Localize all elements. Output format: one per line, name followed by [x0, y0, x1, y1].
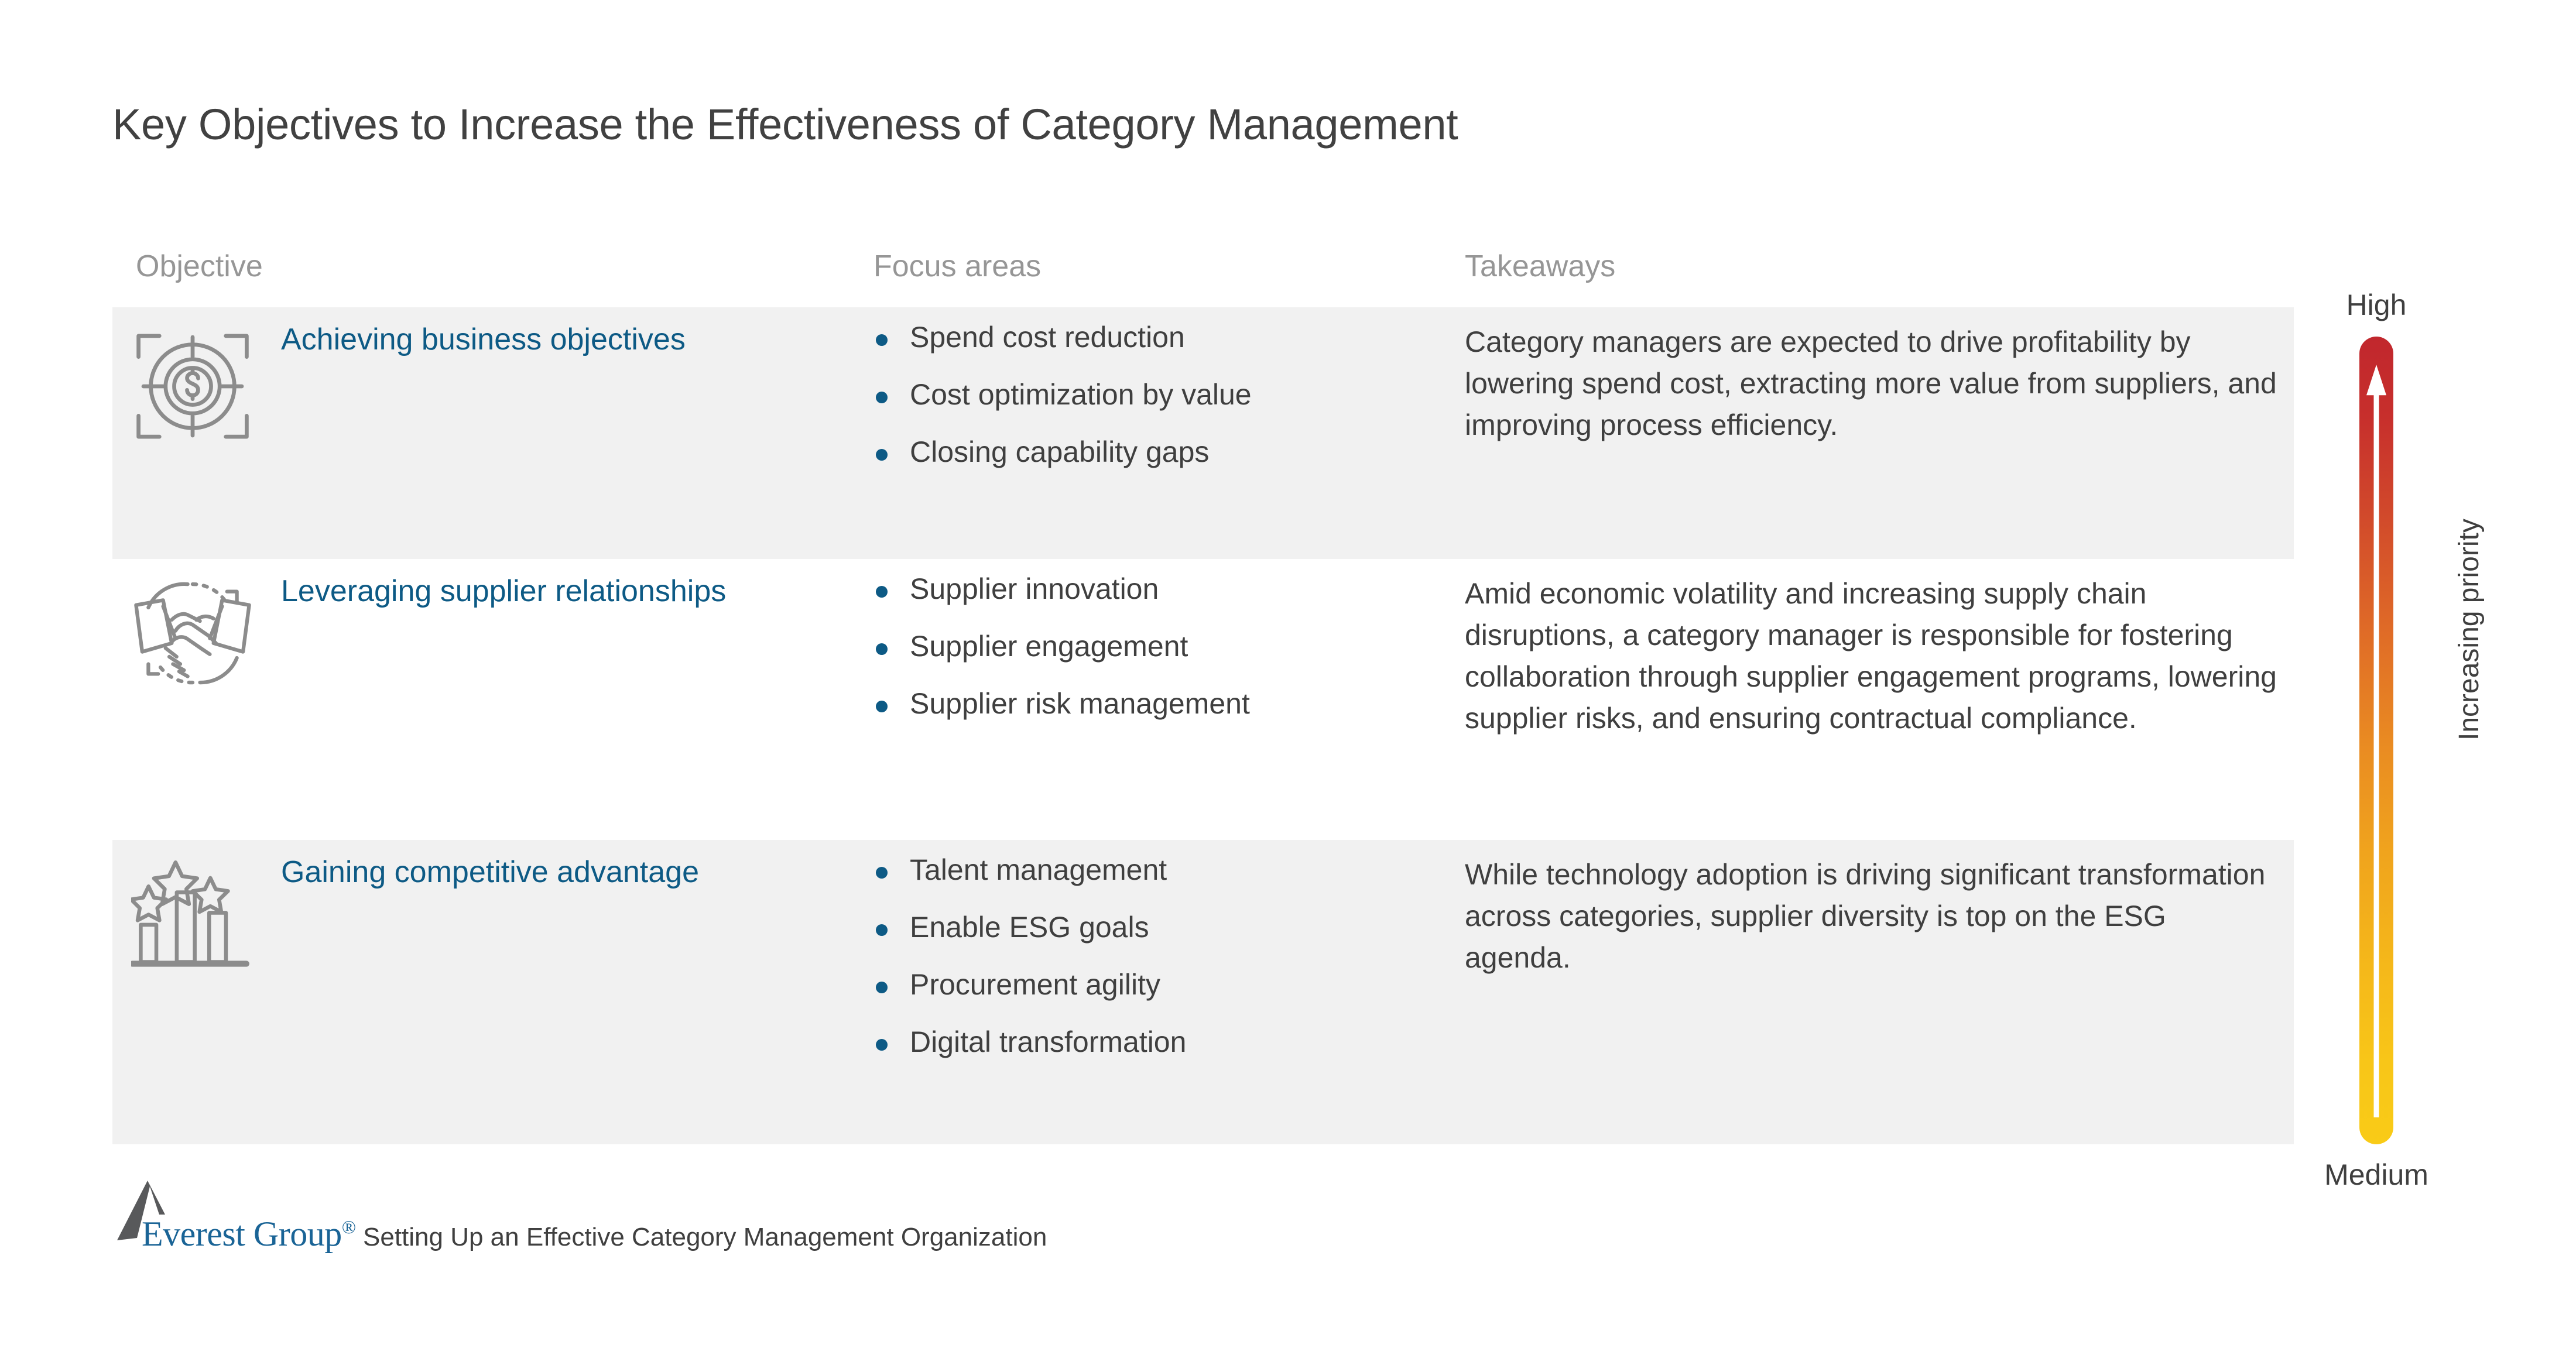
page-title: Key Objectives to Increase the Effective…: [112, 100, 1458, 149]
focus-item-label: Enable ESG goals: [910, 911, 1149, 944]
objective-title: Leveraging supplier relationships: [281, 574, 727, 608]
focus-item-label: Procurement agility: [910, 968, 1160, 1001]
focus-item-label: Talent management: [910, 853, 1167, 886]
slide-canvas: Key Objectives to Increase the Effective…: [0, 0, 2576, 1348]
row-objective-cell: Achieving business objectives: [281, 321, 866, 358]
objective-title: Gaining competitive advantage: [281, 855, 700, 889]
list-item: Procurement agility: [873, 970, 1447, 999]
everest-group-logo: Everest Group®: [115, 1181, 361, 1256]
list-item: Closing capability gaps: [873, 437, 1447, 467]
table-row: Gaining competitive advantage Talent man…: [112, 840, 2294, 1144]
priority-gauge: [2359, 337, 2393, 1144]
takeaway-text: Category managers are expected to drive …: [1465, 325, 2277, 441]
bullet-icon: [876, 701, 888, 712]
focus-item-label: Supplier innovation: [910, 572, 1159, 605]
column-header-row: Objective Focus areas Takeaways: [112, 249, 2296, 296]
focus-item-label: Supplier risk management: [910, 687, 1250, 720]
list-item: Talent management: [873, 855, 1447, 884]
column-header-objective: Objective: [136, 249, 263, 283]
row-focus-cell: Spend cost reduction Cost optimization b…: [873, 323, 1447, 467]
brand-name: Everest Group®: [142, 1215, 356, 1253]
takeaway-text: While technology adoption is driving sig…: [1465, 858, 2266, 974]
target-dollar-icon: [131, 334, 254, 450]
handshake-icon: [131, 582, 254, 694]
list-item: Enable ESG goals: [873, 913, 1447, 942]
focus-area-list: Spend cost reduction Cost optimization b…: [873, 323, 1447, 467]
gauge-label-medium: Medium: [2324, 1158, 2428, 1191]
table-row: Leveraging supplier relationships Suppli…: [112, 559, 2294, 840]
bullet-icon: [876, 392, 888, 403]
list-item: Spend cost reduction: [873, 323, 1447, 352]
list-item: Cost optimization by value: [873, 380, 1447, 409]
bullet-icon: [876, 982, 888, 993]
row-icon-cell: [131, 574, 278, 694]
objectives-table: Achieving business objectives Spend cost…: [112, 307, 2294, 1144]
list-item: Supplier engagement: [873, 632, 1447, 661]
up-arrow-icon: [2363, 365, 2390, 1117]
bullet-icon: [876, 334, 888, 346]
focus-item-label: Digital transformation: [910, 1025, 1187, 1058]
focus-area-list: Talent management Enable ESG goals Procu…: [873, 855, 1447, 1057]
row-objective-cell: Leveraging supplier relationships: [281, 573, 866, 610]
bullet-icon: [876, 1039, 888, 1051]
row-takeaway-cell: While technology adoption is driving sig…: [1465, 854, 2279, 979]
row-takeaway-cell: Category managers are expected to drive …: [1465, 321, 2279, 446]
focus-item-label: Spend cost reduction: [910, 321, 1185, 354]
bar-chart-stars-icon: [129, 860, 251, 974]
gauge-axis-label: Increasing priority: [2454, 519, 2485, 740]
bullet-icon: [876, 586, 888, 598]
column-header-focus-areas: Focus areas: [873, 249, 1042, 283]
bullet-icon: [876, 643, 888, 655]
column-header-takeaways: Takeaways: [1465, 249, 1616, 283]
registered-mark: ®: [341, 1216, 356, 1237]
table-row: Achieving business objectives Spend cost…: [112, 307, 2294, 559]
list-item: Digital transformation: [873, 1027, 1447, 1057]
row-objective-cell: Gaining competitive advantage: [281, 854, 866, 891]
row-focus-cell: Supplier innovation Supplier engagement …: [873, 574, 1447, 718]
footer-caption: Setting Up an Effective Category Managem…: [363, 1223, 1047, 1251]
focus-item-label: Closing capability gaps: [910, 435, 1210, 468]
list-item: Supplier innovation: [873, 574, 1447, 603]
row-icon-cell: [129, 857, 278, 975]
focus-item-label: Supplier engagement: [910, 630, 1188, 663]
gauge-label-high: High: [2346, 289, 2407, 321]
takeaway-text: Amid economic volatility and increasing …: [1465, 577, 2277, 735]
row-takeaway-cell: Amid economic volatility and increasing …: [1465, 573, 2279, 739]
bullet-icon: [876, 924, 888, 936]
bullet-icon: [876, 449, 888, 461]
focus-area-list: Supplier innovation Supplier engagement …: [873, 574, 1447, 718]
list-item: Supplier risk management: [873, 689, 1447, 718]
objective-title: Achieving business objectives: [281, 323, 686, 356]
row-icon-cell: [131, 325, 278, 451]
row-focus-cell: Talent management Enable ESG goals Procu…: [873, 855, 1447, 1057]
focus-item-label: Cost optimization by value: [910, 378, 1252, 411]
bullet-icon: [876, 867, 888, 879]
footer: Everest Group® Setting Up an Effective C…: [115, 1181, 1047, 1256]
